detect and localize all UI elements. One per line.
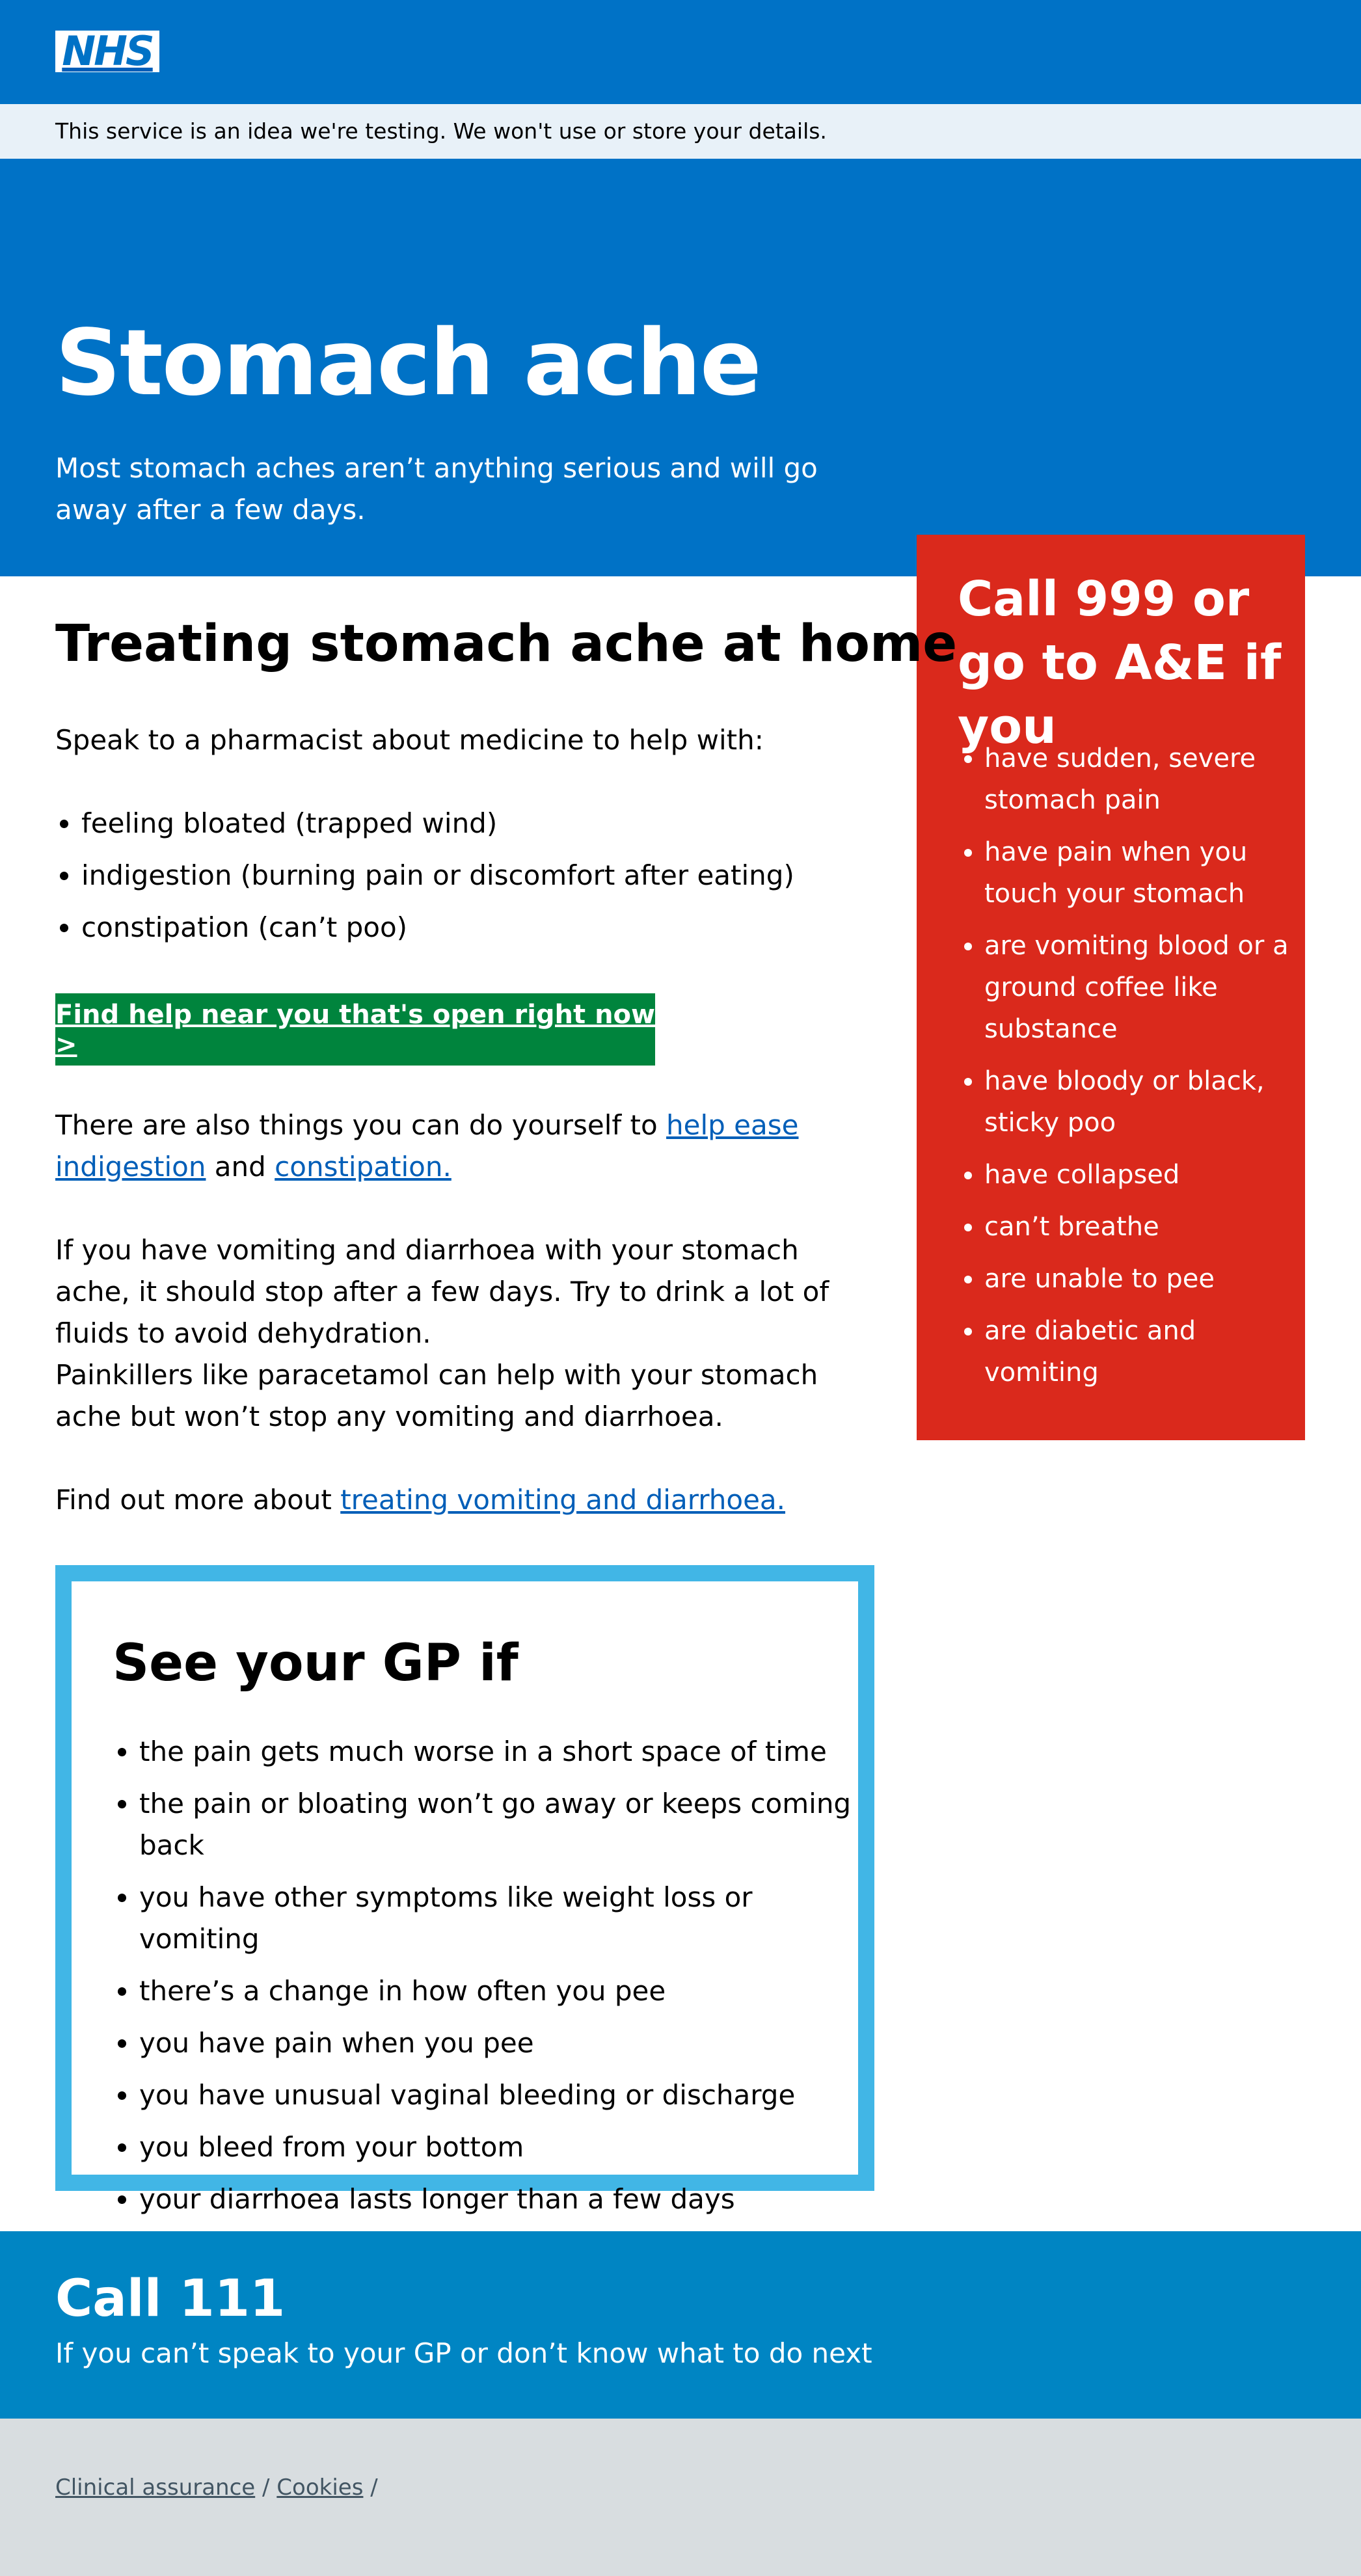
- emergency-title: Call 999 or go to A&E if you: [958, 571, 1282, 755]
- hero: Stomach ache Most stomach aches aren’t a…: [0, 159, 1361, 576]
- list-item: indigestion (burning pain or discomfort …: [81, 855, 794, 896]
- site-footer: Clinical assurance / Cookies /: [0, 2419, 1361, 2576]
- beta-banner-text: This service is an idea we're testing. W…: [55, 118, 827, 144]
- find-out-more-text: Find out more about: [55, 1484, 341, 1516]
- emergency-item: have sudden, severe stomach pain: [984, 738, 1290, 821]
- emergency-item: have collapsed: [984, 1154, 1290, 1196]
- gp-item: there’s a change in how often you pee: [139, 1970, 858, 2012]
- treatment-list: feeling bloated (trapped wind) indigesti…: [81, 803, 794, 959]
- self-help-paragraph: There are also things you can do yoursel…: [55, 1105, 882, 1188]
- emergency-item: have bloody or black, sticky poo: [984, 1060, 1290, 1144]
- gp-item: you have other symptoms like weight loss…: [139, 1877, 858, 1960]
- vomiting-diarrhoea-link[interactable]: treating vomiting and diarrhoea.: [340, 1484, 785, 1516]
- find-help-link[interactable]: Find help near you that's open right now…: [55, 1000, 655, 1060]
- call-111-text: If you can’t speak to your GP or don’t k…: [55, 2337, 872, 2369]
- page-title: Stomach ache: [55, 310, 762, 416]
- emergency-item: have pain when you touch your stomach: [984, 831, 1290, 915]
- emergency-item: can’t breathe: [984, 1206, 1290, 1248]
- self-help-and: and: [206, 1151, 275, 1183]
- gp-item: you have pain when you pee: [139, 2022, 858, 2064]
- beta-banner: This service is an idea we're testing. W…: [0, 104, 1361, 159]
- gp-item: the pain gets much worse in a short spac…: [139, 1731, 858, 1773]
- site-header: NHS: [0, 0, 1361, 104]
- hero-subtitle: Most stomach aches aren’t anything serio…: [55, 452, 818, 526]
- call-111-banner: Call 111 If you can’t speak to your GP o…: [0, 2231, 1361, 2419]
- intro-text: Speak to a pharmacist about medicine to …: [55, 724, 764, 756]
- call-111-title: Call 111: [55, 2270, 286, 2328]
- nhs-logo-text: NHS: [62, 27, 154, 75]
- self-help-text: There are also things you can do yoursel…: [55, 1109, 667, 1141]
- emergency-callout: Call 999 or go to A&E if you have sudden…: [917, 535, 1305, 1440]
- footer-separator: /: [370, 2475, 378, 2501]
- list-item: feeling bloated (trapped wind): [81, 803, 794, 844]
- emergency-item: are vomiting blood or a ground coffee li…: [984, 925, 1290, 1050]
- nhs-logo[interactable]: NHS: [55, 31, 159, 72]
- vomiting-paragraph: If you have vomiting and diarrhoea with …: [55, 1234, 829, 1349]
- find-help-button[interactable]: Find help near you that's open right now…: [55, 993, 655, 1066]
- list-item: constipation (can’t poo): [81, 907, 794, 948]
- gp-list: the pain gets much worse in a short spac…: [139, 1731, 858, 2231]
- footer-separator: /: [262, 2475, 270, 2501]
- emergency-list: have sudden, severe stomach pain have pa…: [984, 738, 1290, 1404]
- section-title: Treating stomach ache at home: [55, 615, 958, 673]
- painkillers-paragraph: Painkillers like paracetamol can help wi…: [55, 1359, 818, 1432]
- emergency-item: are diabetic and vomiting: [984, 1310, 1290, 1393]
- gp-item: your diarrhoea lasts longer than a few d…: [139, 2179, 858, 2220]
- cookies-link[interactable]: Cookies: [276, 2475, 363, 2501]
- emergency-item: are unable to pee: [984, 1258, 1290, 1300]
- find-out-more-paragraph: Find out more about treating vomiting an…: [55, 1479, 882, 1521]
- clinical-assurance-link[interactable]: Clinical assurance: [55, 2475, 255, 2501]
- gp-item: you have unusual vaginal bleeding or dis…: [139, 2074, 858, 2116]
- footer-links: Clinical assurance / Cookies /: [55, 2456, 378, 2519]
- gp-item: the pain or bloating won’t go away or ke…: [139, 1783, 858, 1866]
- gp-item: you bleed from your bottom: [139, 2127, 858, 2168]
- constipation-link[interactable]: constipation.: [275, 1151, 451, 1183]
- gp-title: See your GP if: [113, 1634, 519, 1693]
- gp-callout: See your GP if the pain gets much worse …: [55, 1565, 874, 2215]
